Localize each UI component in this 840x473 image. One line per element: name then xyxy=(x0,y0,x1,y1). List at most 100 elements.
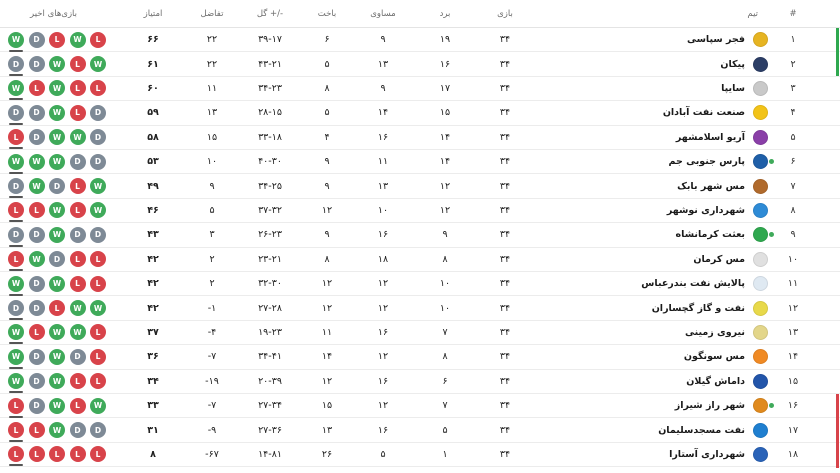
form-badge[interactable]: D xyxy=(69,422,86,439)
form-badge[interactable]: W xyxy=(8,348,24,369)
table-row[interactable]: ۱۳ نیروی زمینی ۳۴ ۷ ۱۶ ۱۱ ۱۹-۲۳ -۴ ۳۷ W L W W L xyxy=(0,321,840,346)
table-row[interactable]: ۶ پارس جنوبی جم ۳۴ ۱۴ ۱۱ ۹ ۴۰-۳۰ ۱۰ ۵۳ W W W D D xyxy=(0,150,840,175)
team-name[interactable]: نیروی زمینی xyxy=(685,327,745,338)
form-badge[interactable]: W xyxy=(90,56,106,73)
form-badge[interactable]: W xyxy=(90,300,106,317)
team-cell[interactable]: پالایش نفت بندرعباس xyxy=(500,272,768,295)
form-badge[interactable]: L xyxy=(90,275,106,292)
form-badge[interactable]: L xyxy=(90,446,106,463)
form-badge[interactable]: W xyxy=(90,178,106,195)
form-badge[interactable]: L xyxy=(69,56,86,73)
team-cell[interactable]: مس کرمان xyxy=(500,248,768,271)
form-badge[interactable]: W xyxy=(49,373,65,390)
team-name[interactable]: شهرداری نوشهر xyxy=(667,205,745,216)
form-badge[interactable]: L xyxy=(49,31,65,48)
form-badge[interactable]: L xyxy=(28,202,45,219)
form-badge[interactable]: D xyxy=(28,104,45,121)
table-row[interactable]: ۱ فجر سپاسی ۳۴ ۱۹ ۹ ۶ ۳۹-۱۷ ۲۲ ۶۶ W D L W L xyxy=(0,28,840,53)
form-badge[interactable]: L xyxy=(8,422,24,443)
form-badge[interactable]: W xyxy=(49,324,65,341)
team-cell[interactable]: فجر سپاسی xyxy=(500,28,768,51)
form-badge[interactable]: L xyxy=(49,300,65,317)
team-cell[interactable]: نفت و گاز گچساران xyxy=(500,296,768,319)
table-row[interactable]: ۳ سایپا ۳۴ ۱۷ ۹ ۸ ۳۴-۲۳ ۱۱ ۶۰ W L W L L xyxy=(0,77,840,102)
form-badge[interactable]: L xyxy=(28,446,45,463)
form-badge[interactable]: W xyxy=(8,275,24,296)
team-cell[interactable]: پیکان xyxy=(500,52,768,75)
table-row[interactable]: ۷ مس شهر بابک ۳۴ ۱۲ ۱۳ ۹ ۳۴-۲۵ ۹ ۴۹ D W D L W xyxy=(0,174,840,199)
form-badge[interactable]: D xyxy=(28,226,45,243)
form-badge[interactable]: D xyxy=(69,226,86,243)
form-badge[interactable]: L xyxy=(28,80,45,97)
table-row[interactable]: ۲ پیکان ۳۴ ۱۶ ۱۳ ۵ ۴۳-۲۱ ۲۲ ۶۱ D D W L W xyxy=(0,52,840,77)
form-badge[interactable]: W xyxy=(69,300,86,317)
form-badge[interactable]: D xyxy=(69,153,86,170)
table-row[interactable]: ۴ صنعت نفت آبادان ۳۴ ۱۵ ۱۴ ۵ ۲۸-۱۵ ۱۳ ۵۹ D D W L D xyxy=(0,101,840,126)
team-cell[interactable]: آریو اسلامشهر xyxy=(500,126,768,149)
team-name[interactable]: شهرداری آستارا xyxy=(669,449,745,460)
team-cell[interactable]: مس سونگون xyxy=(500,345,768,368)
form-badge[interactable]: W xyxy=(49,80,65,97)
form-badge[interactable]: W xyxy=(49,422,65,439)
form-badge[interactable]: W xyxy=(8,80,24,101)
table-row[interactable]: ۱۴ مس سونگون ۳۴ ۸ ۱۲ ۱۴ ۳۴-۴۱ -۷ ۳۶ W D W D L xyxy=(0,345,840,370)
table-row[interactable]: ۸ شهرداری نوشهر ۳۴ ۱۲ ۱۰ ۱۲ ۳۷-۳۲ ۵ ۴۶ L L W L W xyxy=(0,199,840,224)
team-name[interactable]: آریو اسلامشهر xyxy=(676,132,745,143)
form-badge[interactable]: W xyxy=(28,251,45,268)
form-badge[interactable]: D xyxy=(8,178,24,199)
team-name[interactable]: پالایش نفت بندرعباس xyxy=(641,278,745,289)
form-badge[interactable]: D xyxy=(28,300,45,317)
table-row[interactable]: ۱۸ شهرداری آستارا ۳۴ ۱ ۵ ۲۶ ۱۴-۸۱ -۶۷ ۸ L L L L L xyxy=(0,443,840,468)
form-badge[interactable]: D xyxy=(8,226,24,247)
table-row[interactable]: ۱۵ داماش گیلان ۳۴ ۶ ۱۶ ۱۲ ۲۰-۳۹ -۱۹ ۳۴ W D W L L xyxy=(0,370,840,394)
form-badge[interactable]: D xyxy=(49,251,65,268)
table-row[interactable]: ۵ آریو اسلامشهر ۳۴ ۱۴ ۱۶ ۴ ۳۳-۱۸ ۱۵ ۵۸ L D W W D xyxy=(0,126,840,150)
form-badge[interactable]: L xyxy=(8,446,24,467)
team-name[interactable]: مس کرمان xyxy=(693,254,745,265)
form-badge[interactable]: L xyxy=(90,31,106,48)
form-badge[interactable]: L xyxy=(8,251,24,272)
form-badge[interactable]: D xyxy=(90,104,106,121)
form-badge[interactable]: D xyxy=(28,56,45,73)
form-badge[interactable]: L xyxy=(69,251,86,268)
form-badge[interactable]: D xyxy=(69,348,86,365)
team-cell[interactable]: نفت مسجدسلیمان xyxy=(500,418,768,441)
team-cell[interactable]: مس شهر بابک xyxy=(500,174,768,197)
table-row[interactable]: ۱۲ نفت و گاز گچساران ۳۴ ۱۰ ۱۲ ۱۲ ۲۷-۲۸ -۱ ۴۲ D D L W… xyxy=(0,296,840,321)
form-badge[interactable]: W xyxy=(49,397,65,414)
form-badge[interactable]: W xyxy=(69,31,86,48)
form-badge[interactable]: W xyxy=(49,202,65,219)
form-badge[interactable]: L xyxy=(69,397,86,414)
team-name[interactable]: سایپا xyxy=(721,83,745,94)
form-badge[interactable]: D xyxy=(28,348,45,365)
form-badge[interactable]: W xyxy=(49,226,65,243)
team-name[interactable]: بعثت کرمانشاه xyxy=(676,229,745,240)
form-badge[interactable]: D xyxy=(90,153,106,170)
table-row[interactable]: ۱۰ مس کرمان ۳۴ ۸ ۱۸ ۸ ۲۳-۲۱ ۲ ۴۲ L W D L L xyxy=(0,248,840,272)
form-badge[interactable]: W xyxy=(90,397,106,414)
form-badge[interactable]: L xyxy=(90,348,106,365)
team-cell[interactable]: شهرداری آستارا xyxy=(500,443,768,466)
form-badge[interactable]: L xyxy=(90,324,106,341)
form-badge[interactable]: W xyxy=(8,153,24,174)
form-badge[interactable]: D xyxy=(28,373,45,390)
table-row[interactable]: ۱۱ پالایش نفت بندرعباس ۳۴ ۱۰ ۱۲ ۱۲ ۳۲-۳۰ ۲ ۴۲ W D W… xyxy=(0,272,840,297)
team-name[interactable]: مس سونگون xyxy=(684,351,745,362)
team-name[interactable]: صنعت نفت آبادان xyxy=(663,107,745,118)
form-badge[interactable]: D xyxy=(90,226,106,243)
team-name[interactable]: شهر راز شیراز xyxy=(675,400,745,411)
form-badge[interactable]: L xyxy=(90,80,106,97)
team-cell[interactable]: بعثت کرمانشاه xyxy=(500,223,768,246)
form-badge[interactable]: D xyxy=(90,129,106,146)
form-badge[interactable]: W xyxy=(28,178,45,195)
team-cell[interactable]: سایپا xyxy=(500,77,768,100)
form-badge[interactable]: W xyxy=(49,348,65,365)
form-badge[interactable]: L xyxy=(8,202,24,223)
form-badge[interactable]: L xyxy=(90,373,106,390)
form-badge[interactable]: W xyxy=(49,275,65,292)
form-badge[interactable]: W xyxy=(69,324,86,341)
form-badge[interactable]: L xyxy=(90,251,106,268)
team-cell[interactable]: پارس جنوبی جم xyxy=(500,150,768,173)
team-name[interactable]: داماش گیلان xyxy=(686,376,745,387)
form-badge[interactable]: W xyxy=(28,153,45,170)
